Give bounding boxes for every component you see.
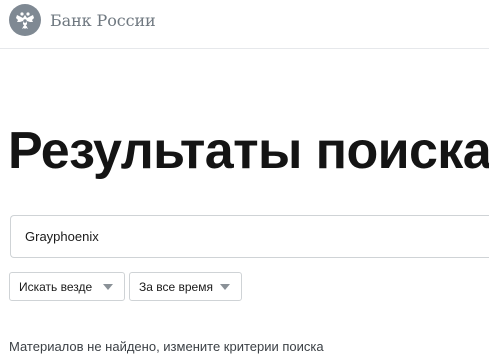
search-input[interactable] [25,216,485,257]
triangle-down-icon [220,284,230,290]
time-period-dropdown[interactable]: За все время [129,272,242,301]
bank-logo[interactable]: Банк России [9,4,156,36]
logo-text: Банк России [50,10,156,30]
time-period-selected: За все время [139,279,213,294]
search-scope-dropdown[interactable]: Искать везде [9,272,125,301]
page: Банк России Результаты поиска Искать вез… [0,0,489,360]
search-scope-selected: Искать везде [19,279,93,294]
page-title: Результаты поиска [8,122,489,180]
no-results-message: Материалов не найдено, измените критерии… [9,339,324,354]
eagle-emblem-icon [9,4,41,36]
site-header: Банк России [0,0,489,49]
search-box[interactable] [10,215,489,258]
triangle-down-icon [103,284,113,290]
